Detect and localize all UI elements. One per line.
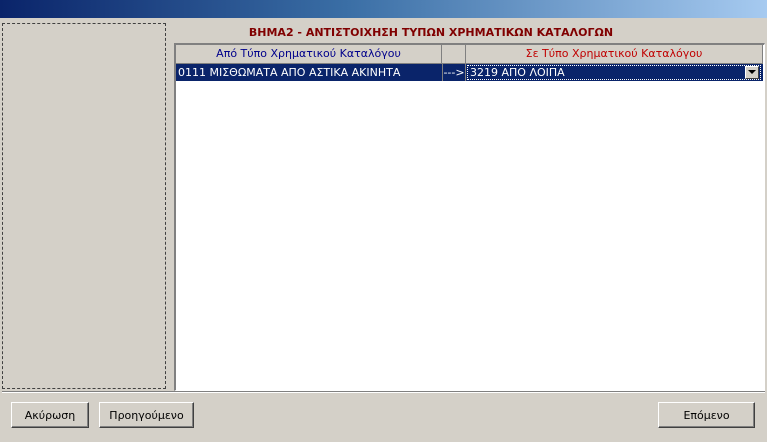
from-type-cell[interactable]: 0111 ΜΙΣΘΩΜΑΤΑ ΑΠΟ ΑΣΤΙΚΑ ΑΚΙΝΗΤΑ (178, 64, 440, 81)
next-button[interactable]: Επόμενο (658, 402, 755, 428)
chevron-down-icon (748, 70, 756, 74)
cancel-button[interactable]: Ακύρωση (11, 402, 89, 428)
to-type-dropdown[interactable]: 3219 ΑΠΟ ΛΟΙΠΑ (467, 65, 761, 80)
step-title: ΒΗΜΑ2 - ΑΝΤΙΣΤΟΙΧΗΣΗ ΤΥΠΩΝ ΧΡΗΜΑΤΙΚΩΝ ΚΑ… (248, 26, 614, 39)
left-side-panel (2, 23, 166, 389)
previous-button[interactable]: Προηγούμενο (99, 402, 194, 428)
dropdown-button[interactable] (745, 66, 759, 79)
column-header-from[interactable]: Από Τύπο Χρηματικού Καταλόγου (176, 45, 442, 64)
window-title-bar (0, 0, 767, 18)
to-type-selected-value: 3219 ΑΠΟ ΛΟΙΠΑ (470, 66, 565, 79)
mapping-grid[interactable]: Από Τύπο Χρηματικού Καταλόγου Σε Τύπο Χρ… (174, 43, 765, 391)
column-header-arrow[interactable] (442, 45, 466, 64)
column-header-to[interactable]: Σε Τύπο Χρηματικού Καταλόγου (466, 45, 763, 64)
table-row[interactable]: 0111 ΜΙΣΘΩΜΑΤΑ ΑΠΟ ΑΣΤΙΚΑ ΑΚΙΝΗΤΑ ---> 3… (176, 64, 763, 81)
arrow-cell: ---> (442, 64, 466, 81)
